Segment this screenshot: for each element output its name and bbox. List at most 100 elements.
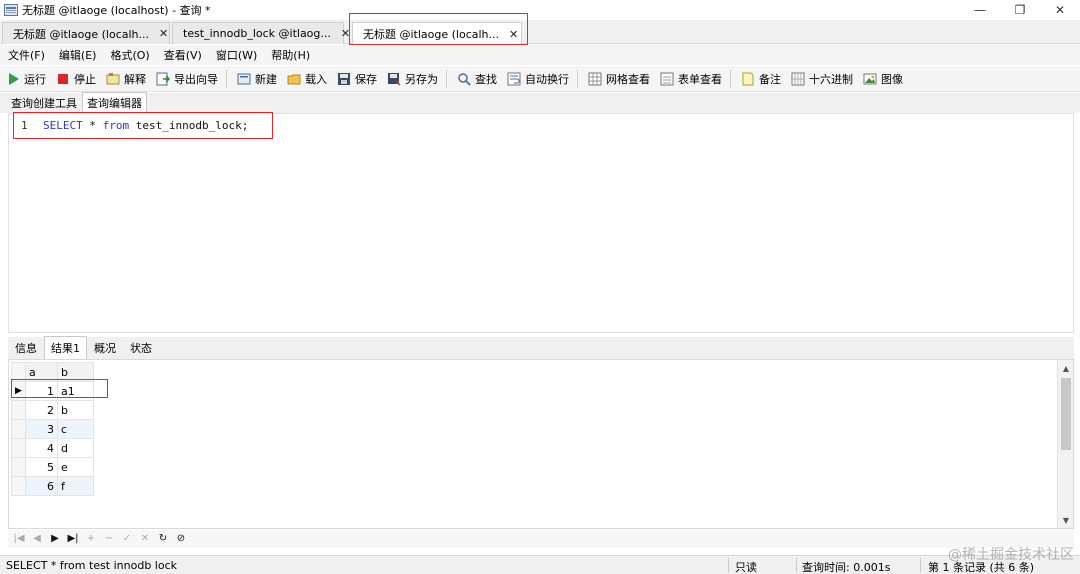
cell-b[interactable]: c <box>57 419 94 439</box>
minimize-button[interactable]: — <box>960 0 1000 20</box>
search-icon <box>458 72 471 86</box>
hex-button[interactable]: 十六进制 <box>785 68 857 90</box>
vertical-scrollbar[interactable]: ▲ ▼ <box>1057 360 1073 528</box>
close-tab-icon[interactable]: ✕ <box>341 27 350 40</box>
find-button[interactable]: 查找 <box>451 68 501 90</box>
row-indicator <box>11 419 26 439</box>
stop-button[interactable]: 停止 <box>50 68 100 90</box>
scroll-thumb[interactable] <box>1061 378 1071 450</box>
explain-icon <box>106 72 120 84</box>
save-as-button[interactable]: 另存为 <box>381 68 442 90</box>
status-bar: SELECT * from test innodb lock 只读 查询时间: … <box>0 555 1080 574</box>
form-icon <box>660 72 674 85</box>
cell-b[interactable]: b <box>57 400 94 420</box>
note-icon <box>742 72 754 85</box>
tab-table-test-innodb-lock[interactable]: test_innodb_lock @itlaog... ✕ <box>172 22 350 44</box>
menu-view[interactable]: 查看(V) <box>156 47 208 63</box>
save-button[interactable]: 保存 <box>331 68 381 90</box>
scroll-down-icon[interactable]: ▼ <box>1058 514 1074 528</box>
cell-b[interactable]: d <box>57 438 94 458</box>
result-grid: a b ▶ 1 a1 2 b 3 c 4 d 5 e 6 f ▲ ▼ <box>8 359 1074 529</box>
table-row[interactable]: 4 d <box>11 438 94 458</box>
cell-a[interactable]: 4 <box>25 438 58 458</box>
restore-button[interactable]: ❐ <box>1000 0 1040 20</box>
sql-editor[interactable]: 1 SELECT * from test_innodb_lock; <box>8 113 1074 333</box>
tab-query-untitled-active[interactable]: 无标题 @itlaoge (localh... ✕ <box>352 22 522 45</box>
table-row[interactable]: 3 c <box>11 419 94 439</box>
record-navigation-bar: |◀ ◀ ▶ ▶| + − ✓ ✕ ↻ ⊘ <box>8 530 1074 548</box>
previous-record-icon[interactable]: ◀ <box>30 532 44 546</box>
cell-a[interactable]: 3 <box>25 419 58 439</box>
tab-status[interactable]: 状态 <box>123 336 159 359</box>
hex-label: 十六进制 <box>809 72 853 86</box>
menu-format[interactable]: 格式(O) <box>102 47 155 63</box>
apply-changes-icon[interactable]: ✓ <box>120 532 134 546</box>
sql-keyword-select: SELECT <box>43 119 83 132</box>
next-record-icon[interactable]: ▶ <box>48 532 62 546</box>
cell-a[interactable]: 6 <box>25 476 58 496</box>
last-record-icon[interactable]: ▶| <box>66 532 80 546</box>
stop-query-icon[interactable]: ⊘ <box>174 532 188 546</box>
grid-view-button[interactable]: 网格查看 <box>582 68 654 90</box>
image-button[interactable]: 图像 <box>857 68 907 90</box>
tab-label: test_innodb_lock @itlaog... <box>183 27 331 40</box>
note-label: 备注 <box>759 72 781 86</box>
image-label: 图像 <box>881 72 903 86</box>
export-wizard-button[interactable]: 导出向导 <box>150 68 222 90</box>
stop-icon <box>58 73 68 84</box>
row-indicator <box>11 476 26 496</box>
new-query-icon <box>237 73 251 84</box>
form-view-button[interactable]: 表单查看 <box>654 68 726 90</box>
table-row[interactable]: 2 b <box>11 400 94 420</box>
load-button[interactable]: 载入 <box>281 68 331 90</box>
tab-result1[interactable]: 结果1 <box>44 336 87 359</box>
table-row[interactable]: ▶ 1 a1 <box>11 381 94 401</box>
table-row[interactable]: 6 f <box>11 476 94 496</box>
cell-b[interactable]: e <box>57 457 94 477</box>
menu-window[interactable]: 窗口(W) <box>208 47 263 63</box>
status-divider <box>920 558 921 572</box>
menu-help[interactable]: 帮助(H) <box>263 47 316 63</box>
menu-file[interactable]: 文件(F) <box>0 47 51 63</box>
cell-a[interactable]: 1 <box>25 381 58 401</box>
tab-label: 无标题 @itlaoge (localh... <box>363 28 500 41</box>
row-indicator <box>11 438 26 458</box>
word-wrap-button[interactable]: 自动换行 <box>501 68 573 90</box>
first-record-icon[interactable]: |◀ <box>12 532 26 546</box>
window-title: 无标题 @itlaoge (localhost) - 查询 * <box>22 4 211 17</box>
cell-a[interactable]: 2 <box>25 400 58 420</box>
close-tab-icon[interactable]: ✕ <box>159 27 168 40</box>
explain-button[interactable]: 解释 <box>100 68 150 90</box>
result-table: a b ▶ 1 a1 2 b 3 c 4 d 5 e 6 f <box>11 362 94 496</box>
discard-changes-icon[interactable]: ✕ <box>138 532 152 546</box>
tab-query-builder[interactable]: 查询创建工具 <box>6 92 82 113</box>
cell-b[interactable]: f <box>57 476 94 496</box>
sql-code-line[interactable]: SELECT * from test_innodb_lock; <box>43 119 248 132</box>
tab-query-untitled-1[interactable]: 无标题 @itlaoge (localh... ✕ <box>2 22 170 44</box>
tab-info[interactable]: 信息 <box>8 336 44 359</box>
cell-b[interactable]: a1 <box>57 381 94 401</box>
run-button[interactable]: 运行 <box>0 68 50 90</box>
column-header-a[interactable]: a <box>25 362 58 382</box>
image-icon <box>863 73 877 84</box>
cell-a[interactable]: 5 <box>25 457 58 477</box>
play-icon <box>9 72 19 85</box>
add-record-icon[interactable]: + <box>84 532 98 546</box>
table-row[interactable]: 5 e <box>11 457 94 477</box>
refresh-icon[interactable]: ↻ <box>156 532 170 546</box>
note-button[interactable]: 备注 <box>735 68 785 90</box>
close-tab-icon[interactable]: ✕ <box>509 28 518 41</box>
grid-view-label: 网格查看 <box>606 72 650 86</box>
column-header-b[interactable]: b <box>57 362 94 382</box>
new-button[interactable]: 新建 <box>231 68 281 90</box>
menu-bar: 文件(F) 编辑(E) 格式(O) 查看(V) 窗口(W) 帮助(H) <box>0 45 1080 65</box>
title-bar: 无标题 @itlaoge (localhost) - 查询 * — ❐ ✕ <box>0 0 1080 20</box>
hex-icon <box>791 72 805 85</box>
close-window-button[interactable]: ✕ <box>1040 0 1080 20</box>
delete-record-icon[interactable]: − <box>102 532 116 546</box>
tab-profile[interactable]: 概况 <box>87 336 123 359</box>
row-indicator-header <box>11 362 26 382</box>
scroll-up-icon[interactable]: ▲ <box>1058 362 1074 376</box>
tab-query-editor[interactable]: 查询编辑器 <box>82 92 147 113</box>
menu-edit[interactable]: 编辑(E) <box>51 47 103 63</box>
